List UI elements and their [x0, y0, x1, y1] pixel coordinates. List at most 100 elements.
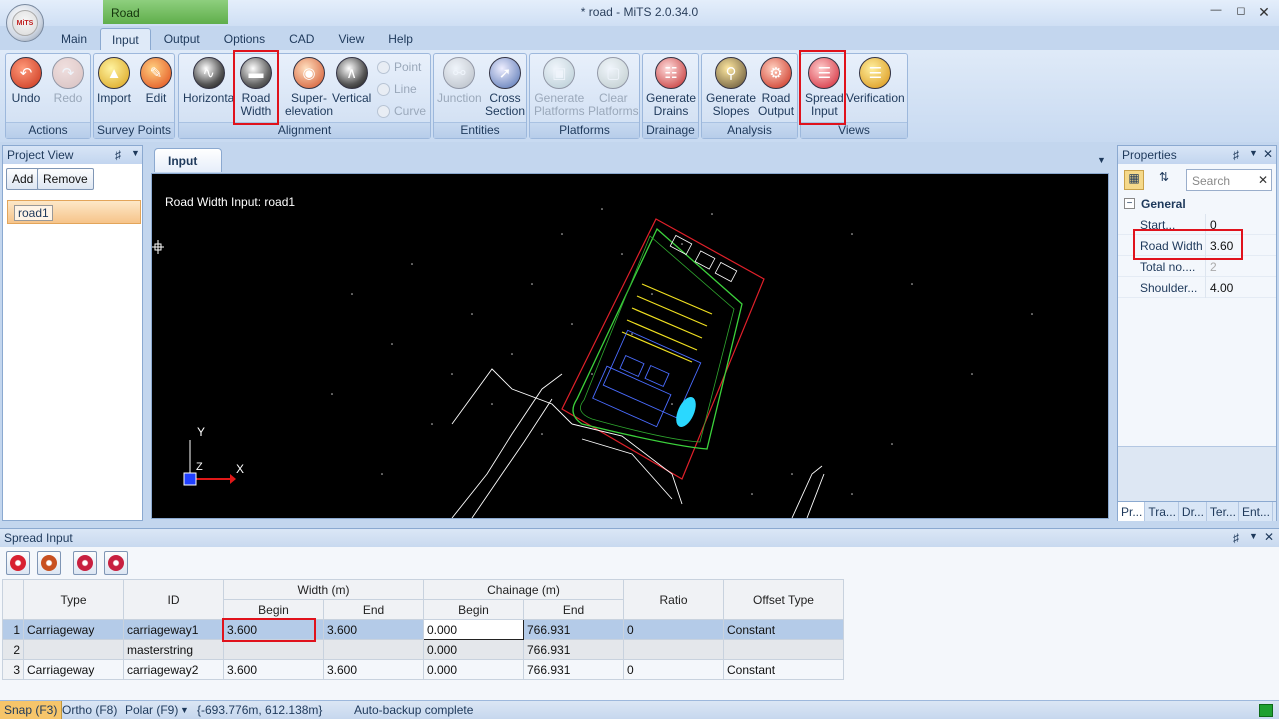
cell-chainage-end[interactable]: 766.931: [523, 659, 624, 680]
tab-cad[interactable]: CAD: [278, 28, 325, 50]
polar-toggle[interactable]: Polar (F9): [125, 703, 178, 717]
edit-button[interactable]: ✎ Edit: [140, 57, 172, 105]
close-icon[interactable]: ✕: [1264, 530, 1274, 544]
project-item-road1[interactable]: road1: [7, 200, 141, 224]
cell-width-begin[interactable]: [223, 639, 324, 660]
undo-button[interactable]: ↶ Undo: [10, 57, 42, 105]
cell-chainage-begin[interactable]: 0.000: [423, 639, 524, 660]
table-row[interactable]: 2 masterstring 0.000 766.931: [2, 639, 844, 660]
cell-width-end[interactable]: 3.600: [323, 659, 424, 680]
pin-icon[interactable]: ♯: [115, 148, 121, 162]
cell-ratio[interactable]: 0: [623, 659, 724, 680]
line-button[interactable]: Line: [377, 82, 417, 96]
move-down-button[interactable]: [73, 551, 97, 575]
column-header-ratio[interactable]: Ratio: [623, 579, 724, 620]
move-up-button[interactable]: [104, 551, 128, 575]
window-title: * road - MiTS 2.0.34.0: [580, 5, 699, 19]
cell-offset-type[interactable]: [723, 639, 844, 660]
snap-toggle[interactable]: Snap (F3): [0, 701, 63, 719]
point-button[interactable]: Point: [377, 60, 421, 74]
tab-output[interactable]: Output: [153, 28, 211, 50]
document-menu-icon[interactable]: ▼: [1097, 155, 1106, 165]
pin-icon[interactable]: ♯: [1233, 531, 1239, 545]
cell-type[interactable]: [23, 639, 124, 660]
pin-icon[interactable]: ♯: [1233, 148, 1239, 162]
column-header-width-begin[interactable]: Begin: [223, 599, 324, 620]
tab-drawing[interactable]: Dr...: [1179, 502, 1207, 521]
clear-platforms-button[interactable]: ▢ Clear Platforms: [588, 57, 639, 118]
cell-chainage-begin[interactable]: 0.000: [423, 619, 524, 640]
cell-id[interactable]: carriageway2: [123, 659, 224, 680]
cell-chainage-end[interactable]: 766.931: [523, 619, 624, 640]
tab-options[interactable]: Options: [213, 28, 276, 50]
add-button[interactable]: Add: [6, 168, 40, 190]
table-row[interactable]: 3 Carriageway carriageway2 3.600 3.600 0…: [2, 659, 844, 680]
remove-button[interactable]: Remove: [37, 168, 94, 190]
table-row[interactable]: 1 Carriageway carriageway1 3.600 3.600 0…: [2, 619, 844, 640]
column-header-chainage-end[interactable]: End: [523, 599, 624, 620]
dropdown-icon[interactable]: ▼: [1249, 531, 1258, 541]
verification-button[interactable]: ☰ Verification: [846, 57, 905, 105]
generate-slopes-icon: ⚲: [715, 57, 748, 89]
generate-platforms-label-2: Platforms: [534, 104, 585, 118]
remove-row-button[interactable]: [37, 551, 61, 575]
close-icon[interactable]: ✕: [1256, 4, 1272, 20]
column-header-id[interactable]: ID: [123, 579, 224, 620]
categorized-icon[interactable]: ▦: [1124, 170, 1144, 190]
cell-id[interactable]: carriageway1: [123, 619, 224, 640]
cell-width-begin[interactable]: 3.600: [223, 659, 324, 680]
dropdown-icon[interactable]: ▼: [1249, 148, 1258, 158]
cad-canvas[interactable]: Road Width Input: road1 Y X Z: [151, 173, 1109, 519]
curve-button[interactable]: Curve: [377, 104, 426, 118]
ortho-toggle[interactable]: Ortho (F8): [62, 703, 117, 717]
highlight-road-width-property: [1133, 229, 1243, 260]
maximize-icon[interactable]: ◻: [1233, 4, 1249, 20]
road-output-button[interactable]: ⚙ Road Output: [758, 57, 794, 118]
horizontal-button[interactable]: ∿ Horizonta: [183, 57, 234, 105]
tab-input[interactable]: Input: [100, 28, 151, 50]
tab-input-document[interactable]: Input: [154, 148, 222, 172]
minimize-icon[interactable]: —: [1208, 4, 1224, 20]
add-row-button[interactable]: [6, 551, 30, 575]
cell-type[interactable]: Carriageway: [23, 619, 124, 640]
cell-offset-type[interactable]: Constant: [723, 659, 844, 680]
cross-section-button[interactable]: ➚ Cross Section: [485, 57, 525, 118]
search-clear-icon[interactable]: ✕: [1258, 173, 1268, 187]
column-header-type[interactable]: Type: [23, 579, 124, 620]
cell-ratio[interactable]: 0: [623, 619, 724, 640]
tab-main[interactable]: Main: [50, 28, 98, 50]
tab-tracking[interactable]: Tra...: [1145, 502, 1179, 521]
property-row[interactable]: Shoulder... 4.00: [1118, 277, 1276, 298]
superelevation-button[interactable]: ◉ Super- elevation: [285, 57, 333, 118]
polar-dropdown-icon[interactable]: ▼: [180, 705, 189, 715]
column-header-offset-type[interactable]: Offset Type: [723, 579, 844, 620]
tab-entities[interactable]: Ent...: [1239, 502, 1273, 521]
import-button[interactable]: ▲ Import: [97, 57, 131, 105]
column-header-chainage-begin[interactable]: Begin: [423, 599, 524, 620]
generate-slopes-button[interactable]: ⚲ Generate Slopes: [706, 57, 756, 118]
tab-view[interactable]: View: [327, 28, 375, 50]
cell-width-end[interactable]: [323, 639, 424, 660]
cell-ratio[interactable]: [623, 639, 724, 660]
cell-width-end[interactable]: 3.600: [323, 619, 424, 640]
redo-button[interactable]: ↷ Redo: [52, 57, 84, 105]
tab-help[interactable]: Help: [377, 28, 424, 50]
collapse-icon[interactable]: −: [1124, 198, 1135, 209]
vertical-button[interactable]: ∧ Vertical: [332, 57, 371, 105]
dropdown-icon[interactable]: ▼: [131, 148, 140, 158]
cell-type[interactable]: Carriageway: [23, 659, 124, 680]
sort-alpha-icon[interactable]: ⇅: [1154, 170, 1174, 190]
junction-button[interactable]: ⚯ Junction: [437, 57, 482, 105]
group-label-platforms: Platforms: [530, 122, 639, 138]
generate-drains-button[interactable]: ☷ Generate Drains: [646, 57, 696, 118]
tab-properties[interactable]: Pr...: [1118, 502, 1146, 521]
column-header-width-end[interactable]: End: [323, 599, 424, 620]
cell-offset-type[interactable]: Constant: [723, 619, 844, 640]
cell-chainage-end[interactable]: 766.931: [523, 639, 624, 660]
generate-platforms-button[interactable]: ▣ Generate Platforms: [534, 57, 585, 118]
app-logo-button[interactable]: MiTS: [6, 4, 44, 42]
cell-chainage-begin[interactable]: 0.000: [423, 659, 524, 680]
close-icon[interactable]: ✕: [1263, 147, 1273, 161]
cell-id[interactable]: masterstring: [123, 639, 224, 660]
tab-terrain[interactable]: Ter...: [1207, 502, 1239, 521]
